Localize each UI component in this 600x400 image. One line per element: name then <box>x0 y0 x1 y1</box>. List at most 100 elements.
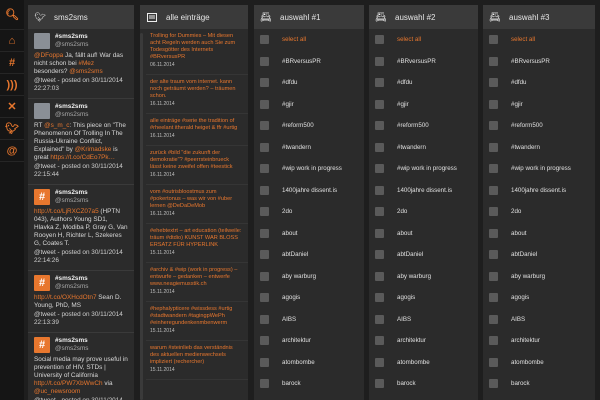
tweet-link[interactable]: @DFoppa <box>34 52 63 59</box>
checkbox[interactable] <box>375 35 384 45</box>
author-name[interactable]: #sms2sms <box>55 189 88 197</box>
tag-row[interactable]: 1400jahre dissent.is <box>369 180 478 202</box>
tweet-list[interactable]: #sms2sms @sms2sms @DFoppa Ja, fällt auf! W… <box>28 29 134 400</box>
tag-row[interactable]: #dfdu <box>483 72 595 94</box>
author-handle[interactable]: @sms2sms <box>55 41 88 49</box>
checkbox[interactable] <box>375 314 384 324</box>
entry-item[interactable]: Trolling for Dummies – Mit diesen acht R… <box>146 29 248 75</box>
tag-row[interactable]: aby warburg <box>369 266 478 288</box>
checkbox[interactable] <box>260 78 269 88</box>
entry-item[interactable]: vom #outrisbloostmus zum #pokertonus – w… <box>146 185 248 224</box>
entry-item[interactable]: warum #steinlieb das verständnis des akt… <box>146 341 248 380</box>
checkbox[interactable] <box>375 142 384 152</box>
avatar[interactable] <box>34 33 50 49</box>
entry-title[interactable]: #ehebtextrt – art education (teilweile: … <box>150 228 242 249</box>
scrollbar[interactable] <box>140 33 143 400</box>
tag-row[interactable]: architektur <box>369 330 478 352</box>
entry-title[interactable]: Trolling for Dummies – Mit diesen acht R… <box>150 33 242 61</box>
tag-row[interactable]: 1400jahre dissent.is <box>483 180 595 202</box>
tag-row[interactable]: architektur <box>483 330 595 352</box>
tweet-link[interactable]: https://t.co/CdEo7Pk… <box>50 154 115 161</box>
tag-row[interactable]: atombombe <box>369 352 478 374</box>
tag-row[interactable]: AIBS <box>369 309 478 331</box>
entry-title[interactable]: vom #outrisbloostmus zum #pokertonus – w… <box>150 189 242 210</box>
checkbox[interactable] <box>260 379 269 389</box>
hash-icon[interactable]: # <box>0 52 24 74</box>
author-handle[interactable]: @sms2sms <box>55 111 88 119</box>
tag-row[interactable]: architektur <box>254 330 364 352</box>
checkbox[interactable] <box>489 379 498 389</box>
checkbox[interactable] <box>489 35 498 45</box>
checkbox[interactable] <box>489 185 498 195</box>
entry-item[interactable]: der alte traum vom internet. kann noch g… <box>146 75 248 114</box>
checkbox[interactable] <box>489 228 498 238</box>
tag-row[interactable]: #wip work in progress <box>254 158 364 180</box>
checkbox[interactable] <box>489 293 498 303</box>
author-handle[interactable]: @sms2sms <box>55 283 88 291</box>
entry-title[interactable]: der alte traum vom internet. kann noch g… <box>150 79 242 100</box>
author-handle[interactable]: @sms2sms <box>55 345 88 353</box>
author-handle[interactable]: @sms2sms <box>55 197 88 205</box>
tag-row[interactable]: about <box>369 223 478 245</box>
entry-title[interactable]: #archiv & #wip (work in progress) – entw… <box>150 267 242 288</box>
checkbox[interactable] <box>375 207 384 217</box>
tweet-link[interactable]: http://t.co/OXHcdOtn7 <box>34 294 97 301</box>
tag-row[interactable]: #twandern <box>483 137 595 159</box>
tag-row[interactable]: abtDaniel <box>254 244 364 266</box>
home-icon[interactable]: ⌂ <box>0 30 24 52</box>
search-icon[interactable]: 🔍︎ <box>0 0 24 30</box>
tweet-link[interactable]: http://t.co/LjRXCZ07a5 <box>34 208 99 215</box>
checkbox[interactable] <box>489 357 498 367</box>
tweet-item[interactable]: #sms2sms @sms2sms RT @s_m_c: This piece on… <box>28 99 134 185</box>
selection-list[interactable]: select all #BRversusPR #dfdu #gjir #reform50… <box>483 29 595 400</box>
tweet-link[interactable]: #Mez <box>78 60 94 67</box>
tag-row[interactable]: #gjir <box>369 94 478 116</box>
tag-row[interactable]: #wip work in progress <box>483 158 595 180</box>
checkbox[interactable] <box>489 142 498 152</box>
tag-row[interactable]: atombombe <box>254 352 364 374</box>
tag-row[interactable]: #BRversusPR <box>254 51 364 73</box>
checkbox[interactable] <box>260 228 269 238</box>
checkbox[interactable] <box>375 250 384 260</box>
avatar[interactable]: # <box>34 275 50 291</box>
at-icon[interactable]: @ <box>0 140 24 162</box>
checkbox[interactable] <box>260 250 269 260</box>
checkbox[interactable] <box>489 56 498 66</box>
tweet-link[interactable]: @uc_newsroom <box>34 388 80 395</box>
select-all-row[interactable]: select all <box>254 29 364 51</box>
avatar[interactable]: # <box>34 337 50 353</box>
tag-row[interactable]: barock <box>483 373 595 395</box>
selection-list[interactable]: select all #BRversusPR #dfdu #gjir #reform50… <box>369 29 478 400</box>
entry-title[interactable]: zurück #bild "die zukunft der demokratie… <box>150 150 242 171</box>
tag-row[interactable]: #wip work in progress <box>369 158 478 180</box>
checkbox[interactable] <box>489 164 498 174</box>
column-header[interactable]: 📇︎ auswahl #2 <box>369 5 478 29</box>
tag-row[interactable]: #dfdu <box>254 72 364 94</box>
entry-title[interactable]: alle einträge #serie the tradition of #r… <box>150 118 242 132</box>
twitter-icon[interactable]: 🐦︎ <box>0 118 24 140</box>
author-name[interactable]: #sms2sms <box>55 275 88 283</box>
checkbox[interactable] <box>375 336 384 346</box>
tag-row[interactable]: #BRversusPR <box>369 51 478 73</box>
checkbox[interactable] <box>375 293 384 303</box>
tag-row[interactable]: #BRversusPR <box>483 51 595 73</box>
column-header[interactable]: 📇︎ auswahl #1 <box>254 5 364 29</box>
tag-row[interactable]: atombombe <box>483 352 595 374</box>
tag-row[interactable]: 2do <box>483 201 595 223</box>
checkbox[interactable] <box>260 314 269 324</box>
entry-title[interactable]: #hephalypticere #wissdess #urtig #stadtw… <box>150 306 242 327</box>
close-icon[interactable]: ✕ <box>0 96 24 118</box>
checkbox[interactable] <box>375 271 384 281</box>
entry-item[interactable]: #ehebtextrt – art education (teilweile: … <box>146 224 248 263</box>
tweet-item[interactable]: # #sms2sms @sms2sms http://t.co/LjRXCZ07a5 … <box>28 185 134 271</box>
tag-row[interactable]: #reform500 <box>369 115 478 137</box>
checkbox[interactable] <box>260 142 269 152</box>
checkbox[interactable] <box>489 250 498 260</box>
author-name[interactable]: #sms2sms <box>55 337 88 345</box>
checkbox[interactable] <box>260 357 269 367</box>
tag-row[interactable]: about <box>483 223 595 245</box>
tweet-item[interactable]: # #sms2sms @sms2sms http://t.co/OXHcdOtn7 S… <box>28 271 134 333</box>
author-name[interactable]: #sms2sms <box>55 33 88 41</box>
checkbox[interactable] <box>260 99 269 109</box>
rss-icon[interactable]: ))) <box>0 74 24 96</box>
